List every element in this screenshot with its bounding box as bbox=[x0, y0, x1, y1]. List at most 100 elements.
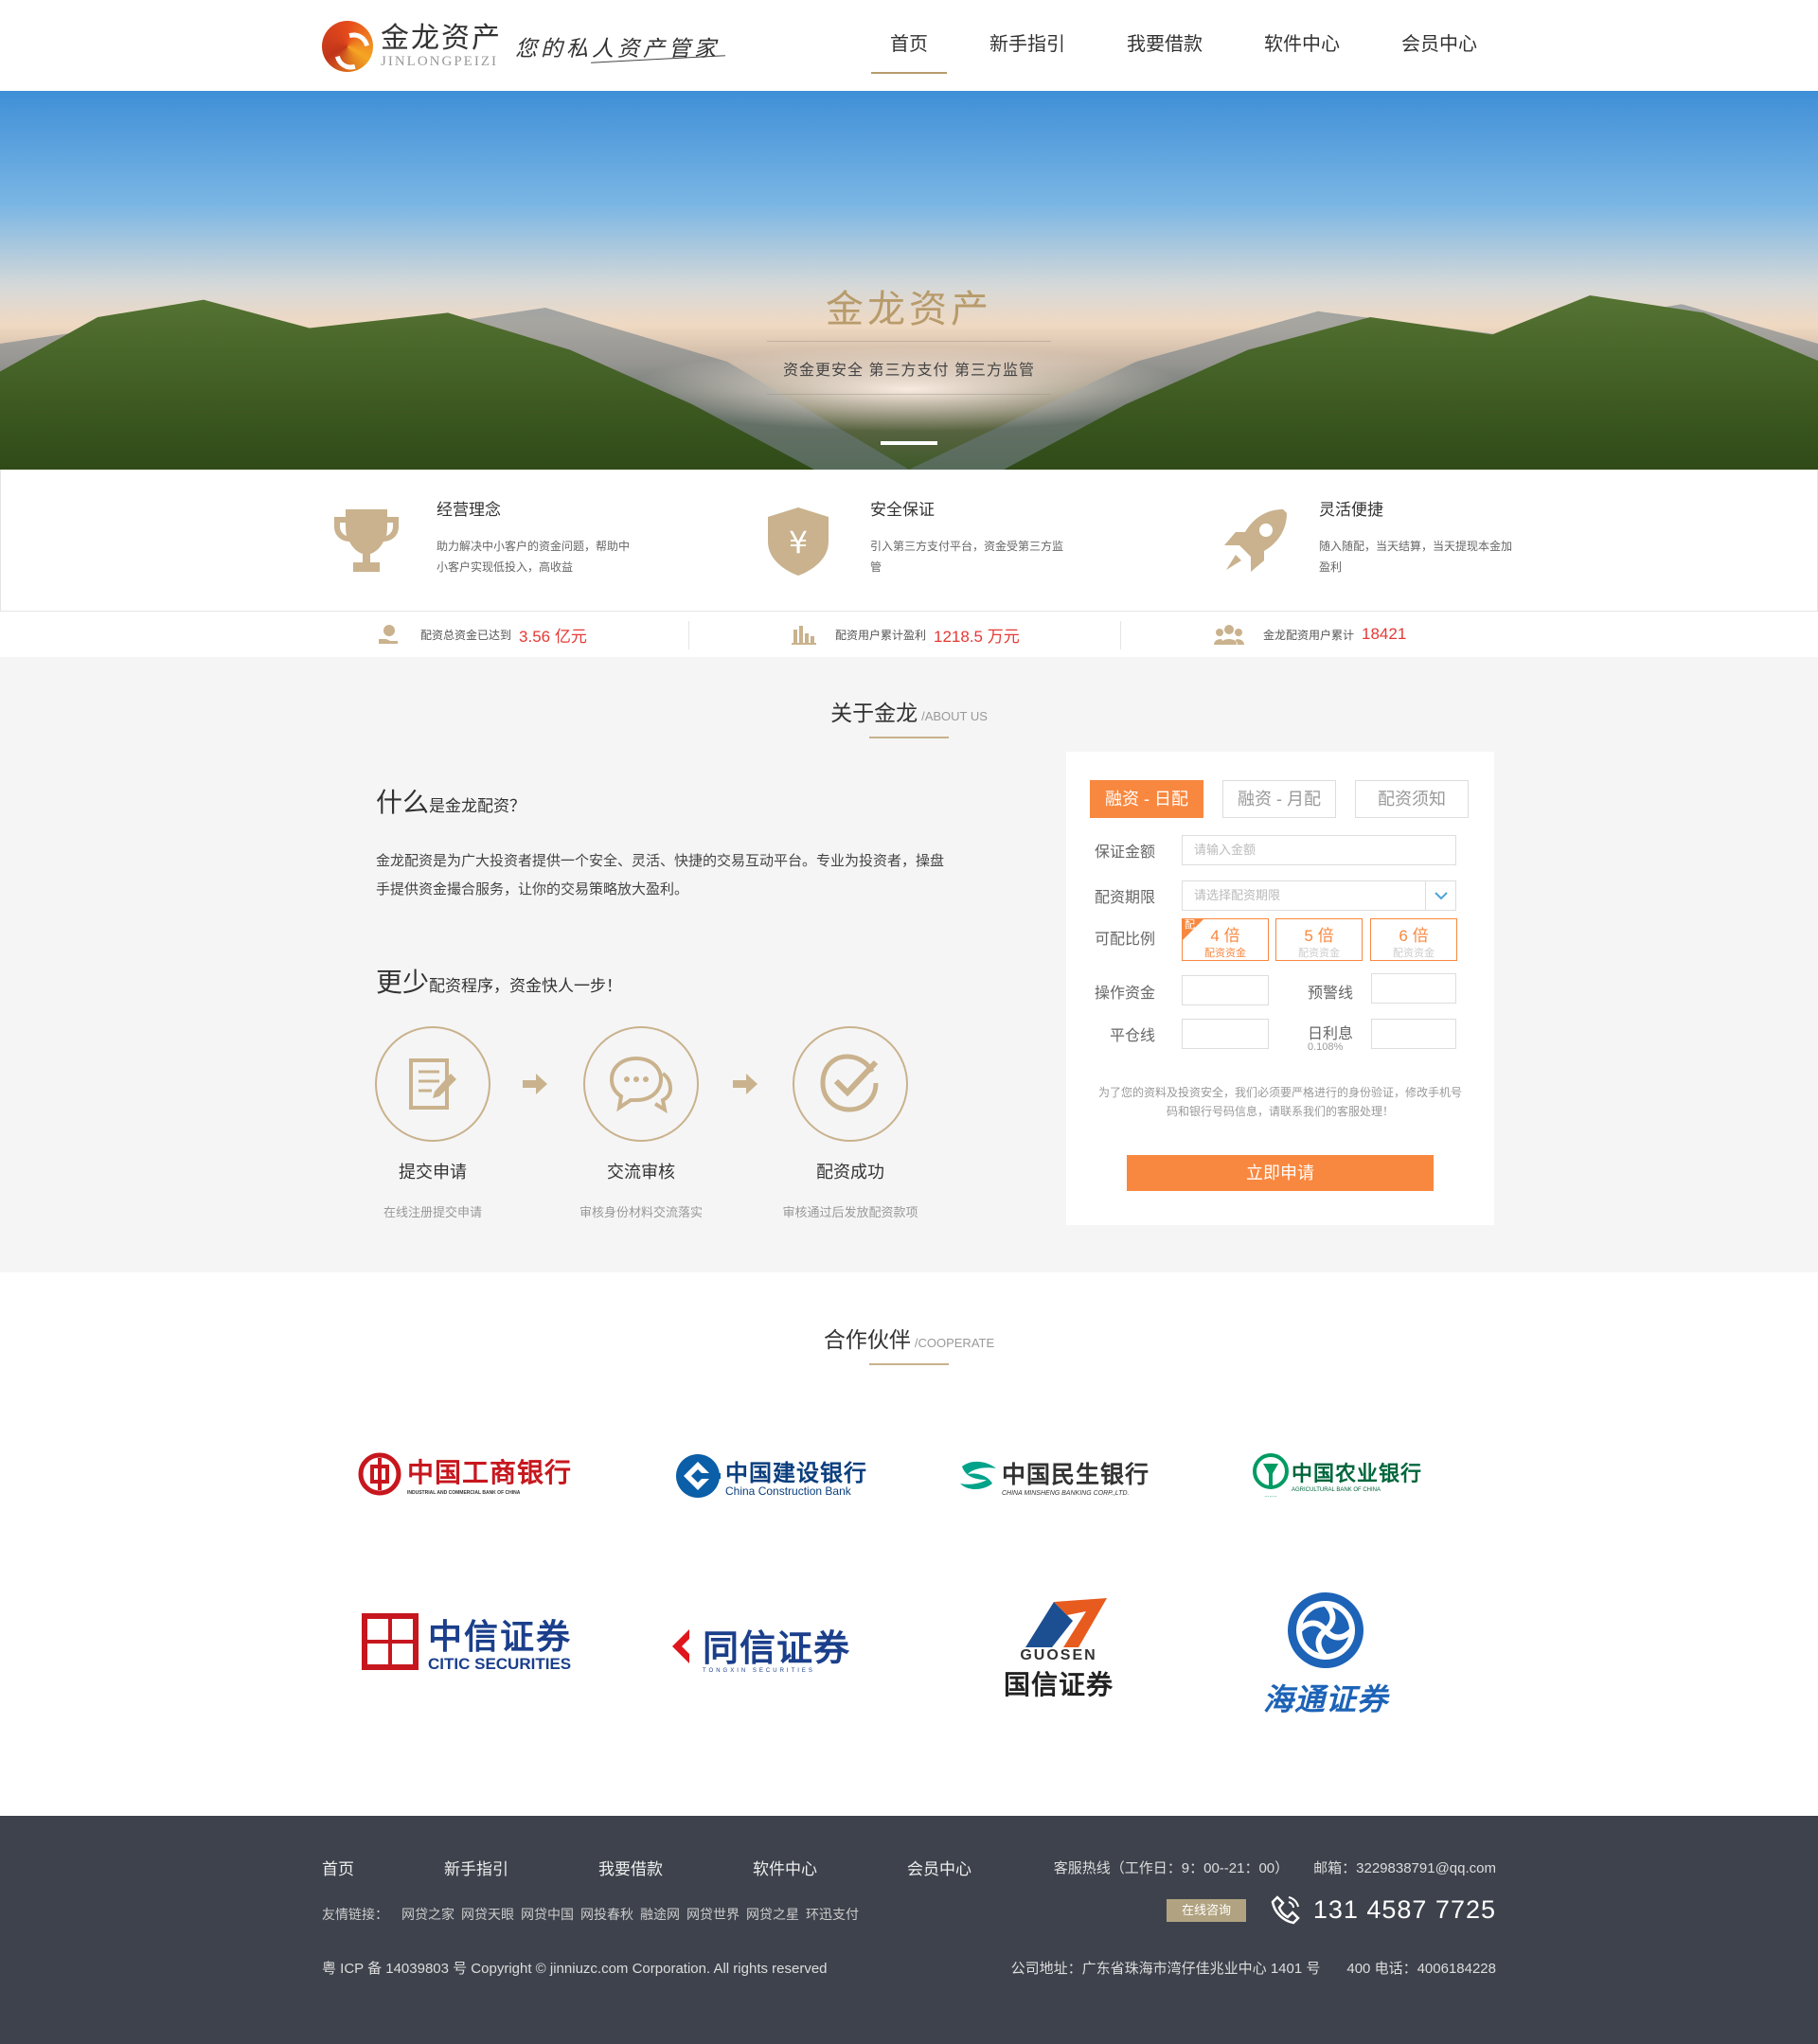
divider bbox=[1120, 621, 1121, 649]
step-title: 配资成功 bbox=[816, 1163, 884, 1182]
step-desc: 审核身份材料交流落实 bbox=[579, 1205, 703, 1219]
apply-button[interactable]: 立即申请 bbox=[1127, 1155, 1434, 1191]
process-step: 配资成功 审核通过后发放配资款项 bbox=[756, 1026, 945, 1220]
chat-icon bbox=[609, 1056, 673, 1114]
friend-link[interactable]: 网投春秋 bbox=[580, 1905, 633, 1924]
friend-link[interactable]: 网贷之星 bbox=[746, 1905, 799, 1924]
users-icon bbox=[1214, 625, 1244, 645]
partner-logo-citic[interactable]: 中信证券 CITIC SECURITIES bbox=[360, 1609, 572, 1674]
footer-nav: 首页 新手指引 我要借款 软件中心 会员中心 bbox=[322, 1856, 1061, 1879]
banner-subtitle: 资金更安全 第三方支付 第三方监管 bbox=[783, 363, 1035, 379]
friend-links-label: 友情链接： bbox=[322, 1907, 388, 1922]
divider bbox=[767, 394, 1051, 395]
logo-name: 金龙资产 bbox=[381, 22, 502, 54]
feature-title: 经营理念 bbox=[437, 501, 501, 519]
contact-info: 客服热线（工作日：9：00--21：00） 邮箱：3229838791@qq.co… bbox=[1054, 1857, 1496, 1877]
footer-nav-borrow[interactable]: 我要借款 bbox=[598, 1856, 663, 1879]
friend-link[interactable]: 网贷之家 bbox=[401, 1905, 454, 1924]
stats-bar: 配资总资金已达到 3.56 亿元 配资用户累计盈利 1218.5 万元 金龙配资… bbox=[0, 612, 1818, 657]
logo[interactable]: 金龙资产 JINLONGPEIZI bbox=[322, 21, 502, 72]
stat-label: 金龙配资用户累计 bbox=[1263, 628, 1355, 642]
footer-nav-guide[interactable]: 新手指引 bbox=[444, 1856, 508, 1879]
feature-desc: 助力解决中小客户的资金问题，帮助中小客户实现低投入，高收益 bbox=[437, 540, 631, 574]
logo-icon bbox=[322, 21, 373, 72]
warn-line-label: 预警线 bbox=[1308, 986, 1354, 1002]
carousel-indicator bbox=[0, 441, 1818, 445]
ratio-option[interactable]: 5 倍 配资资金 bbox=[1275, 918, 1363, 961]
stat-item: 金龙配资用户累计 18421 bbox=[1214, 612, 1406, 657]
close-line-input[interactable] bbox=[1182, 1019, 1269, 1049]
step-title: 提交申请 bbox=[399, 1163, 467, 1182]
warn-line-input[interactable] bbox=[1371, 973, 1456, 1004]
ccb-logo-icon bbox=[676, 1454, 721, 1498]
step-desc: 在线注册提交申请 bbox=[383, 1205, 482, 1219]
footer-nav-software[interactable]: 软件中心 bbox=[753, 1856, 817, 1879]
process-step: 交流审核 审核身份材料交流落实 bbox=[546, 1026, 736, 1220]
phone-icon bbox=[1271, 1895, 1300, 1925]
friend-link[interactable]: 网贷世界 bbox=[686, 1905, 740, 1924]
feature-desc: 引入第三方支付平台，资金受第三方监管 bbox=[870, 540, 1064, 574]
feature-desc: 随入随配，当天结算，当天提现本金加盈利 bbox=[1319, 540, 1513, 574]
partner-logo-haitong[interactable]: 海通证券 bbox=[1263, 1591, 1388, 1719]
about-description: 金龙配资是为广大投资者提供一个安全、灵活、快捷的交易互动平台。专业为投资者，操盘… bbox=[376, 853, 945, 898]
ratio-option[interactable]: 配 4 倍 配资资金 bbox=[1182, 918, 1269, 961]
partners-section: 合作伙伴/COOPERATE 中国工商银行 INDUSTRIAL AND COM… bbox=[0, 1272, 1818, 1814]
friend-link[interactable]: 融途网 bbox=[640, 1905, 680, 1924]
hero-banner: 金龙资产 资金更安全 第三方支付 第三方监管 bbox=[0, 91, 1818, 470]
ratio-label: 可配比例 bbox=[1095, 932, 1156, 948]
copyright: 粤 ICP 备 14039803 号 Copyright © jinniuzc.… bbox=[322, 1961, 828, 1977]
nav-member[interactable]: 会员中心 bbox=[1382, 0, 1496, 91]
period-select[interactable]: 请选择配资期限 bbox=[1182, 880, 1456, 911]
tab-notice[interactable]: 配资须知 bbox=[1355, 780, 1469, 818]
stat-value: 1218.5 万元 bbox=[934, 627, 1020, 646]
nav-borrow[interactable]: 我要借款 bbox=[1108, 0, 1221, 91]
partner-logo-ccb[interactable]: 中国建设银行 China Construction Bank bbox=[674, 1452, 867, 1500]
form-note: 为了您的资料及投资安全，我们必须要严格进行的身份验证，修改手机号码和银行号码信息… bbox=[1097, 1086, 1462, 1118]
check-circle-icon bbox=[820, 1054, 879, 1112]
phone-number: 131 4587 7725 bbox=[1270, 1893, 1496, 1926]
friend-link[interactable]: 网贷中国 bbox=[521, 1905, 574, 1924]
chevron-down-icon[interactable] bbox=[1425, 881, 1455, 910]
nav-software[interactable]: 软件中心 bbox=[1245, 0, 1359, 91]
section-header: 合作伙伴/COOPERATE bbox=[0, 1322, 1818, 1365]
haitong-logo-icon bbox=[1288, 1592, 1364, 1668]
op-fund-input[interactable] bbox=[1182, 975, 1269, 1005]
rocket-icon bbox=[1224, 509, 1287, 572]
tab-daily[interactable]: 融资 - 日配 bbox=[1090, 780, 1203, 818]
financing-form: 融资 - 日配 融资 - 月配 配资须知 保证金额 请输入金额 配资期限 请选择… bbox=[1066, 752, 1494, 1225]
section-underline bbox=[869, 737, 949, 738]
daily-rate-label: 日利息 0.108% bbox=[1308, 1026, 1354, 1053]
section-title-en: /COOPERATE bbox=[914, 1336, 995, 1350]
tab-monthly[interactable]: 融资 - 月配 bbox=[1222, 780, 1336, 818]
nav-guide[interactable]: 新手指引 bbox=[971, 0, 1084, 91]
deposit-input[interactable]: 请输入金额 bbox=[1182, 835, 1456, 865]
ratio-option[interactable]: 6 倍 配资资金 bbox=[1370, 918, 1457, 961]
company-address: 公司地址：广东省珠海市湾仔佳兆业中心 1401 号 400 电话：40061842… bbox=[1010, 1961, 1496, 1977]
online-consult-button[interactable]: 在线咨询 bbox=[1167, 1899, 1246, 1922]
partner-logo-icbc[interactable]: 中国工商银行 INDUSTRIAL AND COMMERCIAL BANK OF… bbox=[358, 1452, 572, 1496]
section-title: 关于金龙 bbox=[830, 701, 918, 725]
footer-nav-home[interactable]: 首页 bbox=[322, 1856, 354, 1879]
nav-home[interactable]: 首页 bbox=[871, 0, 947, 91]
logo-en: JINLONGPEIZI bbox=[381, 53, 498, 69]
daily-rate-input[interactable] bbox=[1371, 1019, 1456, 1049]
friend-link[interactable]: 环迅支付 bbox=[806, 1905, 859, 1924]
step-title: 交流审核 bbox=[607, 1163, 675, 1182]
carousel-dot[interactable] bbox=[881, 441, 937, 445]
shield-yen-icon: ¥ bbox=[768, 507, 829, 576]
tongxin-logo-icon bbox=[672, 1629, 691, 1663]
site-header: 金龙资产 JINLONGPEIZI 您的私人资产管家 首页 新手指引 我要借款 … bbox=[0, 0, 1818, 91]
section-title: 合作伙伴 bbox=[823, 1327, 911, 1352]
footer-nav-member[interactable]: 会员中心 bbox=[907, 1856, 971, 1879]
divider bbox=[767, 341, 1051, 342]
partner-logo-abc[interactable]: ........ 中国农业银行 AGRICULTURAL BANK OF CHI… bbox=[1252, 1452, 1422, 1498]
stat-value: 18421 bbox=[1362, 625, 1407, 643]
friend-link[interactable]: 网贷天眼 bbox=[461, 1905, 514, 1924]
tel-400: 400 电话：4006184228 bbox=[1346, 1961, 1496, 1977]
feature-title: 灵活便捷 bbox=[1319, 501, 1383, 519]
partner-logo-guosen[interactable]: GUOSEN 国信证券 bbox=[1004, 1592, 1114, 1702]
op-fund-label: 操作资金 bbox=[1095, 986, 1156, 1002]
stat-item: 配资总资金已达到 3.56 亿元 bbox=[377, 612, 587, 657]
partner-logo-cmbc[interactable]: 中国民生银行 CHINA MINSHENG BANKING CORP.,LTD. bbox=[958, 1456, 1150, 1497]
partner-logo-tongxin[interactable]: 同信证券 TONGXIN SECURITIES bbox=[670, 1619, 850, 1674]
